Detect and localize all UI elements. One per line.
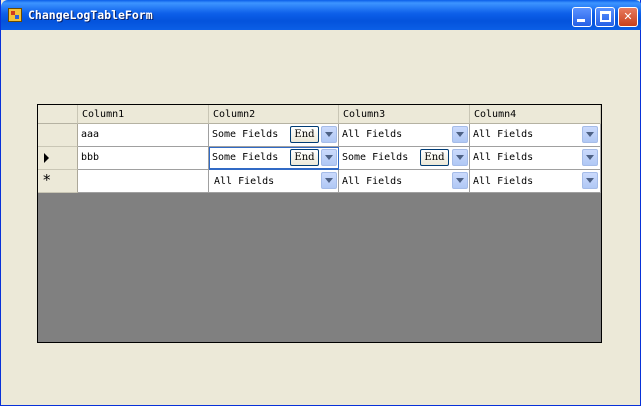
cell-text: All Fields xyxy=(342,176,403,187)
end-button[interactable]: End xyxy=(290,126,319,143)
app-window: ChangeLogTableForm ✕ Column1 Column2 Col… xyxy=(0,0,641,406)
chevron-down-icon[interactable] xyxy=(452,149,468,166)
data-grid[interactable]: Column1 Column2 Column3 Column4 aaa Some… xyxy=(37,104,602,343)
maximize-button[interactable] xyxy=(595,7,615,27)
table-cell-column3[interactable]: Some Fields End xyxy=(339,147,470,170)
chevron-down-icon[interactable] xyxy=(321,172,337,189)
table-cell-column3[interactable]: All Fields xyxy=(339,124,470,147)
table-cell-column1[interactable]: bbb xyxy=(78,147,209,170)
table-cell-column2-selected[interactable]: Some Fields End xyxy=(209,147,339,170)
table-cell-column4[interactable]: All Fields xyxy=(470,147,601,170)
cell-text: All Fields xyxy=(473,152,534,163)
table-cell-column2[interactable]: All Fields xyxy=(209,170,339,193)
table-cell-column4[interactable]: All Fields xyxy=(470,170,601,193)
chevron-down-icon[interactable] xyxy=(452,126,468,143)
row-header[interactable]: * xyxy=(38,170,78,193)
maximize-icon xyxy=(600,11,611,22)
table-cell-column3[interactable]: All Fields xyxy=(339,170,470,193)
column-header-column4[interactable]: Column4 xyxy=(470,105,601,124)
cell-text: All Fields xyxy=(473,176,534,187)
current-row-icon xyxy=(44,153,49,163)
new-row-marker: * xyxy=(43,171,51,189)
top-left-header-cell[interactable] xyxy=(38,105,78,124)
chevron-down-icon[interactable] xyxy=(582,126,598,143)
chevron-down-icon[interactable] xyxy=(321,149,337,166)
table-cell-column1[interactable] xyxy=(78,170,209,193)
cell-text: Some Fields xyxy=(212,129,279,140)
column-header-column1[interactable]: Column1 xyxy=(78,105,209,124)
cell-text: All Fields xyxy=(342,129,403,140)
column-header-column3[interactable]: Column3 xyxy=(339,105,470,124)
close-icon: ✕ xyxy=(623,10,633,23)
cell-text: aaa xyxy=(81,129,100,140)
column-header-column2[interactable]: Column2 xyxy=(209,105,339,124)
minimize-icon xyxy=(577,19,585,22)
row-header[interactable] xyxy=(38,124,78,147)
title-bar[interactable]: ChangeLogTableForm ✕ xyxy=(1,0,641,30)
cell-text: All Fields xyxy=(473,129,534,140)
chevron-down-icon[interactable] xyxy=(452,172,468,189)
chevron-down-icon[interactable] xyxy=(321,126,337,143)
app-icon[interactable] xyxy=(8,8,22,22)
cell-text: Some Fields xyxy=(342,152,409,163)
table-cell-column1[interactable]: aaa xyxy=(78,124,209,147)
close-button[interactable]: ✕ xyxy=(618,7,638,27)
cell-text: bbb xyxy=(81,152,100,163)
table-cell-column2[interactable]: Some Fields End xyxy=(209,124,339,147)
chevron-down-icon[interactable] xyxy=(582,172,598,189)
row-header[interactable] xyxy=(38,147,78,170)
window-title: ChangeLogTableForm xyxy=(28,8,153,22)
end-button[interactable]: End xyxy=(420,149,449,166)
cell-text: Some Fields xyxy=(212,152,279,163)
cell-text: All Fields xyxy=(214,176,275,187)
minimize-button[interactable] xyxy=(572,7,592,27)
end-button[interactable]: End xyxy=(290,149,319,166)
chevron-down-icon[interactable] xyxy=(582,149,598,166)
table-cell-column4[interactable]: All Fields xyxy=(470,124,601,147)
